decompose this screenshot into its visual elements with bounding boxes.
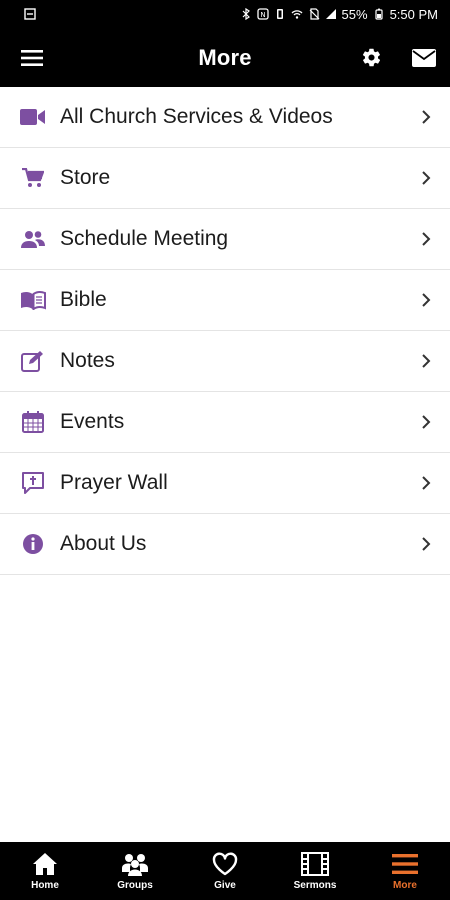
tab-sermons[interactable]: Sermons	[270, 842, 360, 900]
groups-icon	[121, 851, 149, 877]
battery-icon	[374, 8, 383, 20]
hamburger-icon	[21, 49, 43, 66]
messages-button[interactable]	[400, 28, 448, 87]
signal-icon	[325, 9, 336, 19]
menu-item-notes[interactable]: Notes	[0, 331, 450, 392]
people-icon	[20, 227, 46, 251]
nfc-icon: N	[256, 8, 269, 20]
gear-icon	[362, 48, 380, 67]
image-notification-icon	[24, 8, 36, 20]
heart-icon	[211, 851, 239, 877]
svg-text:N: N	[260, 11, 265, 19]
menu-item-label: All Church Services & Videos	[60, 105, 333, 128]
pencil-note-icon	[20, 349, 46, 373]
menu-item-store[interactable]: Store	[0, 148, 450, 209]
chevron-right-icon	[422, 537, 431, 551]
menu-item-label: Events	[60, 410, 125, 433]
menu-item-events[interactable]: Events	[0, 392, 450, 453]
app-header: More	[0, 28, 450, 87]
tab-label: Give	[214, 880, 236, 891]
tab-label: Sermons	[293, 880, 337, 891]
open-book-icon	[20, 288, 46, 312]
film-icon	[301, 851, 329, 877]
menu-item-label: Prayer Wall	[60, 471, 168, 494]
chevron-right-icon	[422, 110, 431, 124]
menu-item-church-services[interactable]: All Church Services & Videos	[0, 87, 450, 148]
tab-more[interactable]: More	[360, 842, 450, 900]
page-title: More	[198, 44, 252, 70]
no-sim-icon	[309, 8, 319, 20]
bottom-nav: Home Groups Give Sermons More	[0, 842, 450, 900]
tab-give[interactable]: Give	[180, 842, 270, 900]
envelope-icon	[412, 48, 436, 67]
home-icon	[31, 851, 59, 877]
menu-item-label: Schedule Meeting	[60, 227, 229, 250]
menu-item-bible[interactable]: Bible	[0, 270, 450, 331]
chevron-right-icon	[422, 293, 431, 307]
vibrate-icon	[276, 9, 283, 19]
tab-label: Home	[31, 880, 59, 891]
status-bar: N 55% 5:50 PM	[0, 0, 450, 28]
tab-home[interactable]: Home	[0, 842, 90, 900]
video-camera-icon	[20, 105, 46, 129]
chevron-right-icon	[422, 232, 431, 246]
wifi-icon	[291, 10, 303, 19]
calendar-icon	[20, 410, 46, 434]
tab-label: More	[393, 880, 417, 891]
menu-item-label: Store	[60, 166, 111, 189]
hamburger-icon	[391, 851, 419, 877]
tab-groups[interactable]: Groups	[90, 842, 180, 900]
menu-item-about-us[interactable]: About Us	[0, 514, 450, 575]
bluetooth-icon	[242, 8, 250, 20]
battery-percent: 55%	[341, 6, 368, 22]
menu-item-schedule-meeting[interactable]: Schedule Meeting	[0, 209, 450, 270]
chevron-right-icon	[422, 354, 431, 368]
chevron-right-icon	[422, 171, 431, 185]
menu-item-prayer-wall[interactable]: Prayer Wall	[0, 453, 450, 514]
settings-button[interactable]	[347, 28, 395, 87]
chevron-right-icon	[422, 415, 431, 429]
tab-label: Groups	[117, 880, 153, 891]
more-menu-list: All Church Services & Videos Store Sched…	[0, 87, 450, 575]
menu-item-label: About Us	[60, 532, 147, 555]
menu-button[interactable]	[8, 28, 56, 87]
shopping-cart-icon	[20, 166, 46, 190]
menu-item-label: Notes	[60, 349, 115, 372]
status-time: 5:50 PM	[389, 6, 438, 22]
info-icon	[20, 532, 46, 556]
menu-item-label: Bible	[60, 288, 107, 311]
prayer-bubble-icon	[20, 471, 46, 495]
chevron-right-icon	[422, 476, 431, 490]
